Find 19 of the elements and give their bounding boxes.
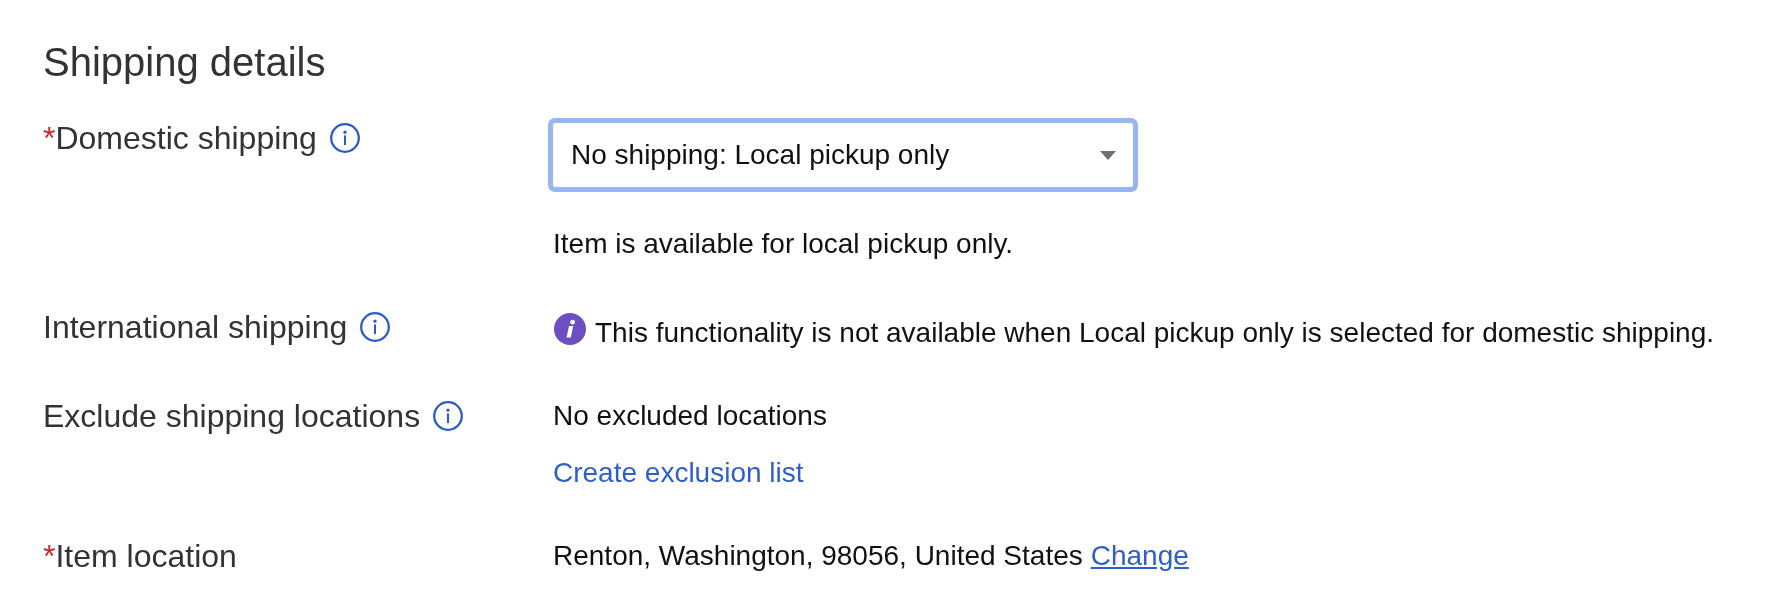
caret-icon	[1100, 150, 1116, 160]
info-icon[interactable]	[433, 401, 464, 431]
link[interactable]: Create exclusion list	[553, 455, 804, 491]
field-label: Domestic shipping	[55, 119, 317, 158]
info-icon[interactable]	[360, 312, 391, 342]
required-asterisk: *	[43, 119, 56, 158]
field-label: Item location	[55, 537, 237, 576]
value-text: No excluded locations	[553, 399, 827, 433]
info-icon	[554, 313, 586, 345]
field-label: Exclude shipping locations	[43, 397, 421, 436]
required-asterisk: *	[43, 537, 56, 576]
helper-text: Item is available for local pickup only.	[553, 227, 1014, 261]
link[interactable]: Change	[1090, 538, 1189, 574]
section-title: Shipping details	[43, 39, 326, 86]
field-label: International shipping	[43, 308, 348, 347]
value-text: Renton, Washington, 98056, United States	[553, 539, 1083, 573]
shipping-dropdown[interactable]: No shipping: Local pickup only	[548, 118, 1138, 192]
notice-text: This functionality is not available when Local pickup only is selected for domestic shipping.	[595, 316, 1715, 350]
info-icon[interactable]	[329, 123, 360, 153]
